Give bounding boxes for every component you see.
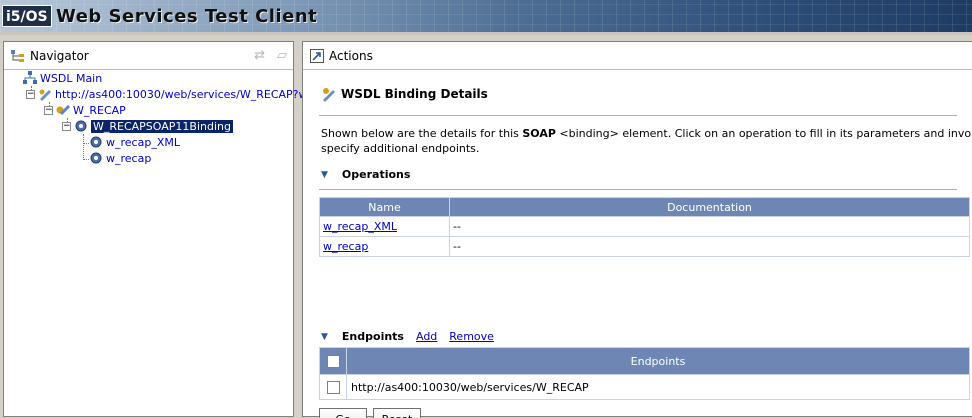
collapse-toggle-icon[interactable]: − — [26, 89, 35, 99]
operations-divider — [319, 189, 957, 190]
endpoints-label: Endpoints — [341, 330, 404, 343]
operations-label: Operations — [341, 168, 411, 181]
description-text: <binding> element. Click on an operation… — [555, 127, 972, 140]
navigator-panel: Navigator ⇄ ▱ WSDL Main − http://as400:1… — [3, 41, 323, 417]
go-button[interactable]: Go — [319, 408, 367, 418]
add-endpoint-link[interactable]: Add — [416, 330, 437, 343]
binding-gear-icon — [73, 118, 89, 134]
reset-button[interactable]: Reset — [373, 408, 421, 418]
operation-link[interactable]: w_recap_XML — [323, 220, 397, 233]
select-all-cell — [319, 347, 347, 375]
collapse-toggle-icon[interactable]: − — [44, 105, 53, 115]
endpoints-table: Endpoints http://as400:10030/web/service… — [319, 347, 970, 400]
table-row: http://as400:10030/web/services/W_RECAP — [319, 374, 970, 400]
operation-gear-icon — [88, 150, 104, 166]
tree-node-service[interactable]: − W_RECAP — [44, 102, 126, 118]
table-cell: w_recap — [319, 236, 450, 257]
navigator-title: Navigator — [30, 48, 89, 63]
tree-node-binding[interactable]: − W_RECAPSOAP11Binding — [62, 118, 233, 134]
section-title-text: WSDL Binding Details — [341, 87, 488, 101]
service-link[interactable]: W_RECAP — [73, 104, 126, 117]
actions-title: Actions — [329, 48, 373, 63]
tree-node-operation-1[interactable]: w_recap_XML — [88, 134, 180, 150]
navigator-header: Navigator ⇄ ▱ — [4, 42, 293, 70]
actions-header: Actions — [303, 42, 972, 70]
description-text: specify additional endpoints. — [321, 142, 480, 155]
navigator-icon — [10, 48, 26, 64]
tree-connector — [83, 134, 84, 160]
banner-divider — [0, 32, 972, 35]
endpoints-heading[interactable]: ▼ Endpoints Add Remove — [321, 330, 494, 343]
wsdl-url-link[interactable]: http://as400:10030/web/services/W_RECAP?… — [55, 88, 323, 101]
clear-icon[interactable]: ▱ — [277, 48, 287, 63]
table-cell: w_recap_XML — [319, 216, 450, 237]
tree-node-wsdl-main[interactable]: WSDL Main — [22, 70, 102, 86]
operation-link[interactable]: w_recap — [106, 152, 151, 165]
tree-node-operation-2[interactable]: w_recap — [88, 150, 151, 166]
table-row: w_recap_XML -- — [319, 216, 970, 237]
service-icon — [55, 102, 71, 118]
i5os-logo: i5/OS — [2, 5, 52, 27]
row-checkbox-cell — [319, 374, 347, 400]
section-divider — [319, 115, 957, 116]
description-bold: SOAP — [522, 127, 556, 140]
actions-panel: Actions WSDL Binding Details Shown below… — [302, 41, 972, 418]
collapse-toggle-icon[interactable]: − — [62, 121, 71, 131]
table-header-row: Name Documentation — [319, 197, 970, 217]
wsdl-main-icon — [22, 70, 38, 86]
operation-gear-icon — [88, 134, 104, 150]
endpoint-checkbox[interactable] — [326, 380, 340, 394]
refresh-icon[interactable]: ⇄ — [254, 48, 265, 63]
binding-description: Shown below are the details for this SOA… — [321, 126, 972, 156]
table-cell: -- — [449, 216, 970, 237]
collapse-triangle-icon[interactable]: ▼ — [321, 170, 328, 180]
column-header: Documentation — [449, 197, 970, 217]
description-text: Shown below are the details for this — [321, 127, 523, 140]
operation-link[interactable]: w_recap_XML — [106, 136, 180, 149]
column-header: Endpoints — [346, 347, 970, 375]
actions-icon — [309, 48, 325, 64]
table-row: w_recap -- — [319, 236, 970, 257]
app-title: Web Services Test Client — [56, 6, 318, 27]
endpoint-url: http://as400:10030/web/services/W_RECAP — [346, 374, 970, 400]
binding-link[interactable]: W_RECAPSOAP11Binding — [91, 119, 233, 133]
wsdl-binding-icon — [321, 86, 337, 102]
table-header-row: Endpoints — [319, 347, 970, 375]
app-banner: i5/OS Web Services Test Client — [0, 0, 972, 35]
collapse-triangle-icon[interactable]: ▼ — [321, 332, 328, 342]
operation-link[interactable]: w_recap — [323, 240, 368, 253]
tree-node-wsdl-url[interactable]: − http://as400:10030/web/services/W_RECA… — [26, 86, 323, 102]
table-cell: -- — [449, 236, 970, 257]
operations-table: Name Documentation w_recap_XML -- w_reca… — [319, 197, 970, 257]
remove-endpoint-link[interactable]: Remove — [449, 330, 494, 343]
section-title: WSDL Binding Details — [321, 86, 488, 102]
select-all-checkbox[interactable] — [326, 354, 340, 368]
column-header: Name — [319, 197, 450, 217]
wsdl-document-icon — [37, 86, 53, 102]
operations-heading[interactable]: ▼ Operations — [321, 168, 410, 181]
wsdl-main-link[interactable]: WSDL Main — [40, 72, 102, 85]
